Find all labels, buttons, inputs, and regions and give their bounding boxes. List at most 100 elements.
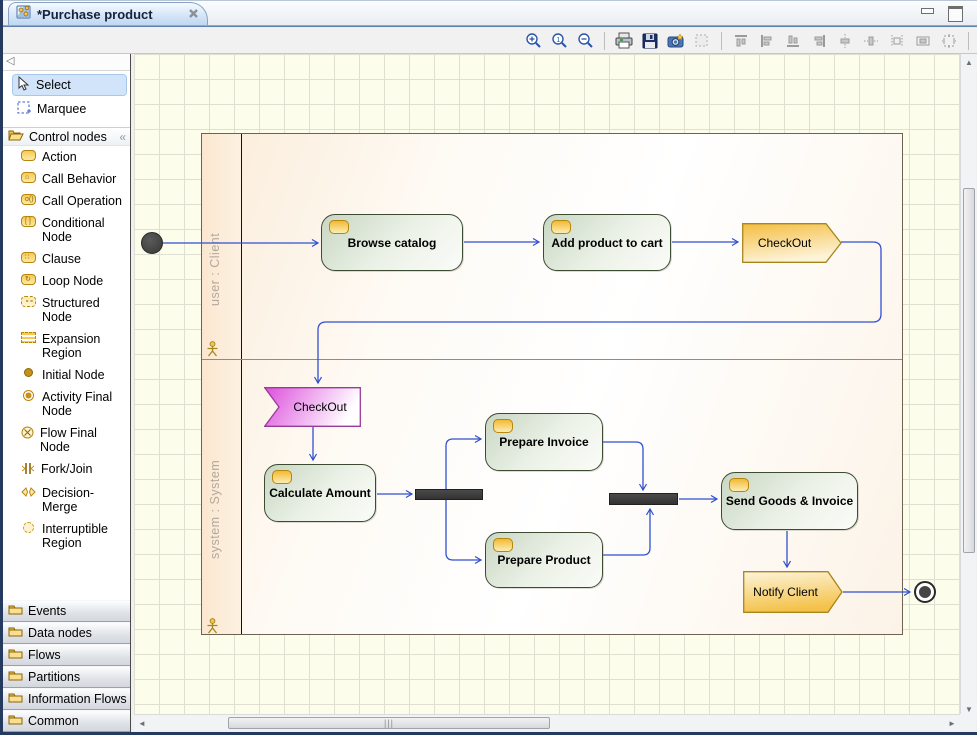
- align-left-icon: [757, 31, 777, 51]
- scroll-up-icon[interactable]: ▲: [961, 54, 977, 70]
- closed-folder-icon: [8, 670, 23, 684]
- palette-item-conditional-node[interactable]: [ ]Conditional Node: [3, 212, 130, 248]
- match-size-icon: [913, 31, 933, 51]
- expansion-region-icon: [21, 332, 36, 343]
- conditional-node-icon: [ ]: [21, 216, 36, 227]
- action-node-prepare-product[interactable]: Prepare Product: [485, 532, 603, 588]
- palette-item-action[interactable]: Action: [3, 146, 130, 168]
- action-node-calculate-amount[interactable]: Calculate Amount: [264, 464, 376, 522]
- control-flow-edge[interactable]: [603, 509, 650, 555]
- palette-drawer-flows[interactable]: Flows: [3, 644, 130, 666]
- palette-tool-label: Select: [36, 78, 71, 92]
- snapshot-icon[interactable]: [666, 31, 686, 51]
- cursor-icon: [17, 76, 30, 94]
- structured-node-icon: ∘∘: [21, 296, 36, 307]
- decision-merge-icon: [21, 486, 36, 501]
- action-badge-icon: [329, 220, 349, 234]
- horizontal-scroll-thumb[interactable]: |||: [228, 717, 550, 729]
- closed-folder-icon: [8, 626, 23, 640]
- zoom-in-icon[interactable]: [523, 31, 543, 51]
- palette-item-flow-final-node[interactable]: Flow Final Node: [3, 422, 130, 458]
- action-node-prepare-invoice[interactable]: Prepare Invoice: [485, 413, 603, 471]
- scroll-right-icon[interactable]: ►: [944, 715, 960, 731]
- distribute-horizontal-icon: [861, 31, 881, 51]
- activity-final-node-icon: [23, 390, 34, 401]
- align-right-icon: [809, 31, 829, 51]
- send-signal-checkout[interactable]: CheckOut: [742, 223, 842, 263]
- activity-diagram-icon: [16, 4, 32, 25]
- minimize-icon[interactable]: [919, 6, 935, 19]
- palette-item-structured-node[interactable]: ∘∘Structured Node: [3, 292, 130, 328]
- activity-final-node[interactable]: [914, 581, 936, 603]
- palette-drawer-information-flows[interactable]: Information Flows: [3, 688, 130, 710]
- palette-tool-select[interactable]: Select: [13, 75, 126, 95]
- distribute-vertical-icon: [835, 31, 855, 51]
- palette-item-call-behavior[interactable]: ⌂Call Behavior: [3, 168, 130, 190]
- print-icon[interactable]: [614, 31, 634, 51]
- diagram-canvas[interactable]: user : Client system : System: [134, 54, 963, 717]
- action-badge-icon: [729, 478, 749, 492]
- fork-node[interactable]: [415, 489, 483, 500]
- accept-event-checkout[interactable]: CheckOut: [264, 387, 361, 427]
- interruptible-region-icon: [23, 522, 34, 533]
- palette-item-clause[interactable]: ∷Clause: [3, 248, 130, 270]
- action-node-send-goods[interactable]: Send Goods & Invoice: [721, 472, 858, 530]
- scroll-left-icon[interactable]: ◄: [134, 715, 150, 731]
- action-node-browse-catalog[interactable]: Browse catalog: [321, 214, 463, 271]
- action-badge-icon: [272, 470, 292, 484]
- palette-tool-label: Marquee: [37, 102, 86, 116]
- vertical-scroll-thumb[interactable]: [963, 188, 975, 553]
- action-node-add-product[interactable]: Add product to cart: [543, 214, 671, 271]
- palette-drawer-control-nodes[interactable]: Control nodes: [3, 127, 130, 146]
- palette-item-call-operation[interactable]: o()Call Operation: [3, 190, 130, 212]
- editor-tab[interactable]: *Purchase product: [8, 2, 208, 26]
- zoom-original-icon[interactable]: 1: [549, 31, 569, 51]
- palette-item-decision-merge[interactable]: Decision-Merge: [3, 482, 130, 518]
- palette-drawer-common[interactable]: Common: [3, 710, 130, 732]
- initial-node-icon: [24, 368, 33, 377]
- action-badge-icon: [493, 419, 513, 433]
- closed-drawer-stack: Events Data nodes Flows Partitions Infor…: [3, 600, 130, 732]
- maximize-icon[interactable]: [947, 6, 963, 19]
- initial-node[interactable]: [141, 232, 163, 254]
- match-height-icon: [887, 31, 907, 51]
- palette-drawer-partitions[interactable]: Partitions: [3, 666, 130, 688]
- align-top-icon: [731, 31, 751, 51]
- send-signal-notify-client[interactable]: Notify Client: [743, 571, 843, 613]
- toolbar-separator: [604, 32, 605, 50]
- palette-drawer-events[interactable]: Events: [3, 600, 130, 622]
- fork-join-icon: [21, 462, 35, 478]
- palette: Select Marquee Control nodes Action ⌂Cal…: [3, 54, 131, 732]
- palette-item-expansion-region[interactable]: Expansion Region: [3, 328, 130, 364]
- palette-header: [3, 54, 130, 71]
- toolbar-separator: [968, 32, 969, 50]
- palette-item-fork-join[interactable]: Fork/Join: [3, 458, 130, 482]
- closed-folder-icon: [8, 604, 23, 618]
- join-node[interactable]: [609, 493, 678, 505]
- call-behavior-icon: ⌂: [21, 172, 36, 183]
- control-flow-edge[interactable]: [446, 439, 481, 489]
- svg-text:1: 1: [556, 37, 560, 44]
- save-icon[interactable]: [640, 31, 660, 51]
- pin-drawer-icon[interactable]: [119, 130, 126, 144]
- close-icon[interactable]: [188, 6, 199, 24]
- palette-item-loop-node[interactable]: ↻Loop Node: [3, 270, 130, 292]
- palette-item-activity-final-node[interactable]: Activity Final Node: [3, 386, 130, 422]
- control-flow-edge[interactable]: [446, 500, 481, 560]
- control-flow-edge[interactable]: [603, 442, 643, 490]
- palette-tool-marquee[interactable]: Marquee: [13, 99, 126, 119]
- palette-drawer-data-nodes[interactable]: Data nodes: [3, 622, 130, 644]
- open-folder-icon: [8, 129, 24, 144]
- zoom-out-icon[interactable]: [575, 31, 595, 51]
- drawer-label: Control nodes: [29, 130, 107, 144]
- palette-collapse-icon[interactable]: [6, 54, 20, 70]
- tab-title: *Purchase product: [37, 7, 153, 22]
- palette-item-initial-node[interactable]: Initial Node: [3, 364, 130, 386]
- flow-final-node-icon: [21, 426, 34, 442]
- palette-item-list: Action ⌂Call Behavior o()Call Operation …: [3, 146, 130, 554]
- loop-node-icon: ↻: [21, 274, 36, 285]
- palette-item-interruptible-region[interactable]: Interruptible Region: [3, 518, 130, 554]
- editor-tab-bar: *Purchase product: [3, 0, 977, 25]
- closed-folder-icon: [8, 714, 23, 728]
- diagram-toolbar: 1: [3, 28, 977, 54]
